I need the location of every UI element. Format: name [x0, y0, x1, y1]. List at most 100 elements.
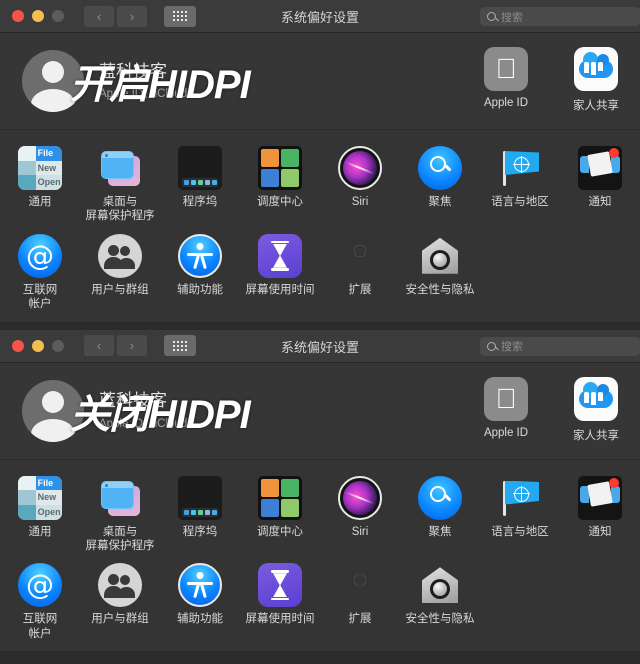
pref-label: 调度中心 [257, 525, 303, 538]
pref-language[interactable]: 语言与地区 [480, 146, 560, 224]
minimize-button[interactable] [32, 10, 44, 22]
family-sharing-tile[interactable]: 家人共享 [560, 47, 632, 113]
traffic-lights-2 [0, 339, 64, 352]
pref-desktop[interactable]: 桌面与 屏幕保护程序 [80, 146, 160, 224]
forward-button[interactable]: › [117, 335, 147, 356]
siri-icon [338, 475, 382, 520]
pref-spotlight[interactable]: 聚焦 [400, 475, 480, 554]
pref-label: 聚焦 [428, 525, 452, 538]
traffic-lights-1 [0, 10, 64, 22]
pref-users-groups[interactable]: 用户与群组 [80, 563, 160, 641]
pref-extensions[interactable]: 扩展 [320, 234, 400, 312]
family-sharing-tile[interactable]: 家人共享 [560, 376, 632, 443]
pref-spotlight[interactable]: 聚焦 [400, 146, 480, 224]
pref-label: 屏幕使用时间 [245, 283, 315, 296]
pref-desktop[interactable]: 桌面与 屏幕保护程序 [80, 476, 160, 554]
pref-label: 屏幕使用时间 [245, 613, 315, 626]
account-header-1: 蓝科技客 Apple ID、iCloud 开启HIDPI  Apple ID … [0, 33, 640, 130]
spotlight-icon [418, 475, 462, 520]
accessibility-icon [178, 563, 222, 608]
security-privacy-icon [418, 234, 462, 278]
pref-mission-control[interactable]: 调度中心 [240, 475, 320, 554]
pref-label: 语言与地区 [491, 525, 549, 538]
nav-buttons-1: ‹ › [84, 5, 147, 27]
pref-label: 辅助功能 [177, 283, 223, 296]
mission-control-icon [258, 475, 302, 520]
account-actions-2:  Apple ID 家人共享 [470, 376, 632, 443]
extensions-icon [338, 563, 382, 607]
pref-label: Siri [351, 525, 369, 538]
back-button[interactable]: ‹ [84, 5, 114, 27]
titlebar-2: ‹ › 系统偏好设置 搜索 [0, 329, 640, 363]
pref-label: 程序坞 [182, 525, 218, 538]
account-actions-1:  Apple ID 家人共享 [470, 47, 632, 113]
dock-icon [178, 475, 222, 520]
pref-label: 用户与群组 [91, 283, 149, 296]
family-sharing-icon [574, 376, 618, 421]
pref-mission-control[interactable]: 调度中心 [240, 146, 320, 224]
search-placeholder: 搜索 [501, 341, 523, 353]
search-icon [487, 12, 496, 21]
pref-screen-time[interactable]: 屏幕使用时间 [240, 233, 320, 312]
preferences-window-1: ‹ › 系统偏好设置 搜索 蓝科技客 Apple ID、iCloud 开启HID… [0, 0, 640, 322]
search-field-1[interactable]: 搜索 [480, 7, 640, 26]
pref-general[interactable]: File New Open 通用 [0, 475, 80, 554]
pref-label: 安全性与隐私 [405, 613, 475, 626]
pref-siri[interactable]: Siri [320, 146, 400, 224]
pref-dock[interactable]: 程序坞 [160, 475, 240, 554]
pref-siri[interactable]: Siri [320, 475, 400, 554]
pref-label: 通知 [588, 196, 612, 208]
pref-internet-accounts[interactable]: @ 互联网 帐户 [0, 233, 80, 312]
hidpi-overlay-2: 关闭HIDPI [70, 392, 251, 437]
screen-time-icon [258, 563, 302, 608]
search-field-2[interactable]: 搜索 [480, 336, 640, 356]
hidpi-overlay-1: 开启HIDPI [70, 63, 251, 107]
desktop-screensaver-icon [98, 476, 142, 520]
grid-view-icon [173, 340, 187, 351]
titlebar-1: ‹ › 系统偏好设置 搜索 [0, 0, 640, 33]
pref-screen-time[interactable]: 屏幕使用时间 [240, 563, 320, 641]
pref-label: 调度中心 [257, 196, 303, 208]
pref-general[interactable]: File New Open 通用 [0, 146, 80, 224]
pref-label: 语言与地区 [491, 196, 549, 208]
internet-accounts-icon: @ [18, 233, 62, 278]
close-button[interactable] [12, 10, 24, 22]
minimize-button[interactable] [32, 339, 44, 352]
pref-users-groups[interactable]: 用户与群组 [80, 233, 160, 312]
apple-id-tile[interactable]:  Apple ID [470, 376, 542, 443]
show-all-button[interactable] [164, 335, 196, 356]
language-region-icon [498, 146, 542, 190]
pref-notifications[interactable]: 通知 [560, 475, 640, 554]
forward-button[interactable]: › [117, 5, 147, 27]
pref-notifications[interactable]: 通知 [560, 146, 640, 224]
zoom-button [52, 339, 64, 352]
spotlight-icon [418, 146, 462, 190]
screen-time-icon [258, 233, 302, 278]
back-button[interactable]: ‹ [84, 335, 114, 356]
pref-label: Siri [351, 196, 369, 208]
show-all-button[interactable] [164, 5, 196, 27]
general-icon: File New Open [18, 146, 62, 190]
pref-extensions[interactable]: 扩展 [320, 563, 400, 641]
pref-label: 用户与群组 [91, 613, 149, 626]
pref-label: 程序坞 [182, 196, 218, 208]
nav-buttons-2: ‹ › [84, 335, 147, 356]
pref-label: 互联网 帐户 [22, 283, 58, 311]
pref-language[interactable]: 语言与地区 [480, 476, 560, 554]
preferences-grid-1: File New Open 通用 桌面与 屏幕保护程序 程序坞 调度中心 Sir… [0, 130, 640, 322]
preferences-window-2: ‹ › 系统偏好设置 搜索 蓝科技客 Apple ID、iCloud 关闭HID… [0, 329, 640, 651]
family-sharing-label: 家人共享 [573, 429, 619, 442]
apple-id-tile[interactable]:  Apple ID [470, 47, 542, 113]
apple-id-label: Apple ID [483, 97, 529, 109]
pref-security-privacy[interactable]: 安全性与隐私 [400, 234, 480, 312]
pref-security-privacy[interactable]: 安全性与隐私 [400, 563, 480, 641]
apple-id-label: Apple ID [483, 426, 529, 439]
desktop-screensaver-icon [98, 146, 142, 190]
pref-internet-accounts[interactable]: @ 互联网 帐户 [0, 563, 80, 641]
pref-accessibility[interactable]: 辅助功能 [160, 233, 240, 312]
close-button[interactable] [12, 339, 24, 352]
pref-accessibility[interactable]: 辅助功能 [160, 563, 240, 641]
pref-dock[interactable]: 程序坞 [160, 146, 240, 224]
pref-label: 通知 [588, 525, 612, 538]
account-header-2: 蓝科技客 Apple ID、iCloud 关闭HIDPI  Apple ID … [0, 362, 640, 460]
